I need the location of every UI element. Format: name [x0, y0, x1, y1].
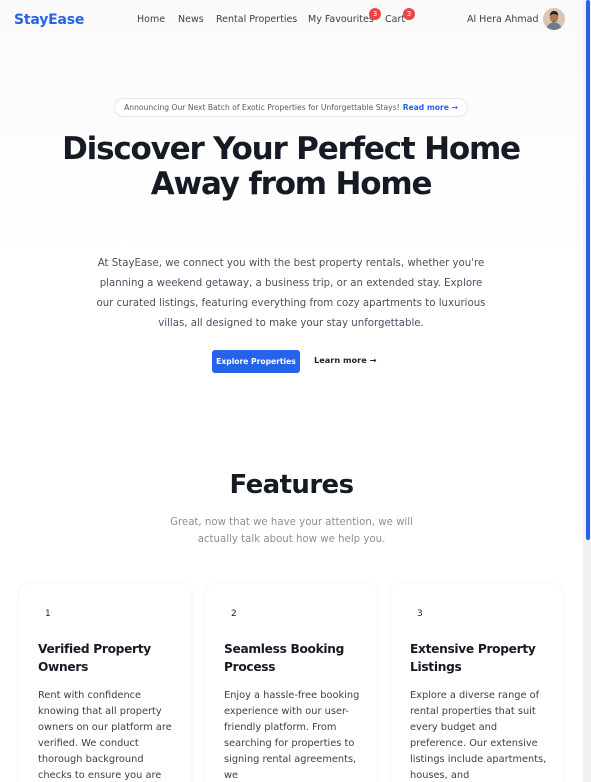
scrollbar-thumb[interactable] [586, 0, 590, 540]
feature-card-extensive-listings: 3 Extensive Property Listings Explore a … [391, 584, 563, 782]
nav-link-cart[interactable]: Cart [385, 14, 405, 25]
nav-link-rental-properties[interactable]: Rental Properties [216, 14, 297, 25]
feature-card-text: Explore a diverse range of rental proper… [410, 690, 547, 781]
user-avatar-icon [543, 8, 565, 30]
page-scrollbar[interactable] [583, 0, 591, 782]
user-name[interactable]: Al Hera Ahmad [467, 14, 539, 25]
feature-card-text: Enjoy a hassle-free booking experience w… [224, 690, 360, 781]
feature-card-number: 1 [45, 609, 51, 619]
page: StayEase Home News Rental Properties My … [0, 0, 583, 782]
nav-link-home[interactable]: Home [137, 14, 165, 25]
hero-title: Discover Your Perfect Home Away from Hom… [62, 131, 521, 202]
feature-card-seamless-booking: 2 Seamless Booking Process Enjoy a hassl… [205, 584, 377, 782]
learn-more-link[interactable]: Learn more → [314, 355, 376, 365]
avatar[interactable] [543, 8, 565, 30]
feature-card-number: 3 [417, 609, 423, 619]
favourites-count-badge: 3 [369, 8, 381, 20]
feature-card-text: Rent with confidence knowing that all pr… [38, 690, 172, 781]
feature-card-title: Verified Property Owners [38, 642, 151, 674]
announcement-text: Announcing Our Next Batch of Exotic Prop… [124, 103, 400, 112]
navbar: StayEase Home News Rental Properties My … [0, 0, 583, 42]
feature-card-number: 2 [231, 609, 237, 619]
feature-card-title: Seamless Booking Process [224, 642, 345, 674]
features-subtitle: Great, now that we have your attention, … [170, 517, 413, 545]
features-title: Features [229, 470, 355, 500]
logo[interactable]: StayEase [14, 12, 84, 28]
cart-count-badge: 3 [403, 8, 415, 20]
hero-background [0, 0, 583, 440]
hero-description: At StayEase, we connect you with the bes… [96, 258, 486, 329]
announcement-pill[interactable]: Announcing Our Next Batch of Exotic Prop… [114, 98, 468, 117]
announcement-read-more-link[interactable]: Read more → [403, 103, 458, 112]
explore-properties-button[interactable]: Explore Properties [212, 350, 300, 373]
nav-link-news[interactable]: News [178, 14, 204, 25]
nav-link-my-favourites[interactable]: My Favourites [308, 14, 374, 25]
feature-card-verified-owners: 1 Verified Property Owners Rent with con… [19, 584, 191, 782]
feature-card-title: Extensive Property Listings [410, 642, 536, 674]
